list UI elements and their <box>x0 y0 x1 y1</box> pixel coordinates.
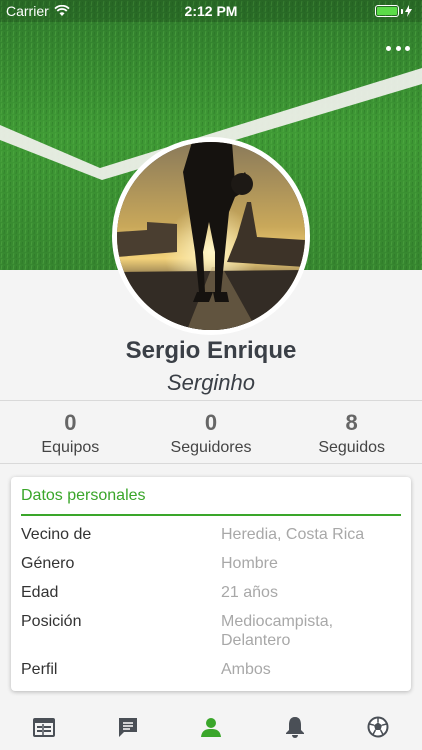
row-label: Posición <box>21 613 82 630</box>
row-value: Hombre <box>221 555 278 572</box>
stat-value: 0 <box>64 410 77 435</box>
stat-equipos[interactable]: 0 Equipos <box>0 408 141 460</box>
stat-value: 8 <box>345 410 358 435</box>
card-title: Datos personales <box>21 487 146 504</box>
divider <box>0 463 422 464</box>
data-row-neighborhood: Vecino de Heredia, Costa Rica <box>21 525 401 544</box>
bell-icon <box>285 717 304 738</box>
divider <box>0 400 422 401</box>
personal-data-card: Datos personales Vecino de Heredia, Cost… <box>11 477 411 691</box>
card-title-underline <box>21 514 401 516</box>
battery-indicator <box>375 5 412 17</box>
profile-name: Sergio Enrique <box>125 337 297 364</box>
personal-data-list: Vecino de Heredia, Costa Rica Género Hom… <box>21 525 401 689</box>
data-row-profile: Perfil Ambos <box>21 660 401 679</box>
stat-seguidos[interactable]: 8 Seguidos <box>281 408 422 460</box>
row-label: Edad <box>21 584 59 601</box>
tab-messages[interactable] <box>116 715 140 739</box>
stat-seguidores[interactable]: 0 Seguidores <box>141 408 282 460</box>
row-label: Género <box>21 555 75 572</box>
profile-icon <box>201 718 221 737</box>
data-row-position: Posición Mediocampista, Delantero <box>21 612 401 650</box>
soccer-ball-icon <box>367 716 389 738</box>
stats-bar: 0 Equipos 0 Seguidores 8 Seguidos <box>0 408 422 460</box>
more-options-button[interactable] <box>386 40 410 56</box>
stat-value: 0 <box>204 410 218 435</box>
stat-label: Seguidos <box>318 439 386 456</box>
profile-nickname: Serginho <box>166 370 256 395</box>
status-time: 2:12 PM <box>184 3 238 19</box>
row-label: Perfil <box>21 661 58 678</box>
calendar-icon <box>33 718 55 737</box>
tab-soccer[interactable] <box>366 715 390 739</box>
tab-notifications[interactable] <box>283 715 307 739</box>
row-value: 21 años <box>221 584 278 601</box>
row-value: Mediocampista, Delantero <box>221 613 334 649</box>
stat-label: Seguidores <box>170 439 252 456</box>
row-label: Vecino de <box>21 526 92 543</box>
tab-profile[interactable] <box>199 715 223 739</box>
charging-bolt-icon <box>405 5 412 17</box>
row-value: Ambos <box>221 661 271 678</box>
chat-icon <box>118 718 137 737</box>
profile-screen: Carrier 2:12 PM Sergio Enrique Serginho … <box>0 0 422 750</box>
tab-bar <box>0 704 422 750</box>
tab-calendar[interactable] <box>32 715 56 739</box>
more-horizontal-icon <box>386 45 391 51</box>
data-row-age: Edad 21 años <box>21 583 401 602</box>
row-value: Heredia, Costa Rica <box>221 526 365 543</box>
avatar[interactable] <box>112 137 310 335</box>
stat-label: Equipos <box>41 439 100 456</box>
data-row-gender: Género Hombre <box>21 554 401 573</box>
battery-icon <box>375 5 399 17</box>
battery-fill <box>377 7 397 15</box>
status-bar: Carrier 2:12 PM <box>0 0 422 22</box>
